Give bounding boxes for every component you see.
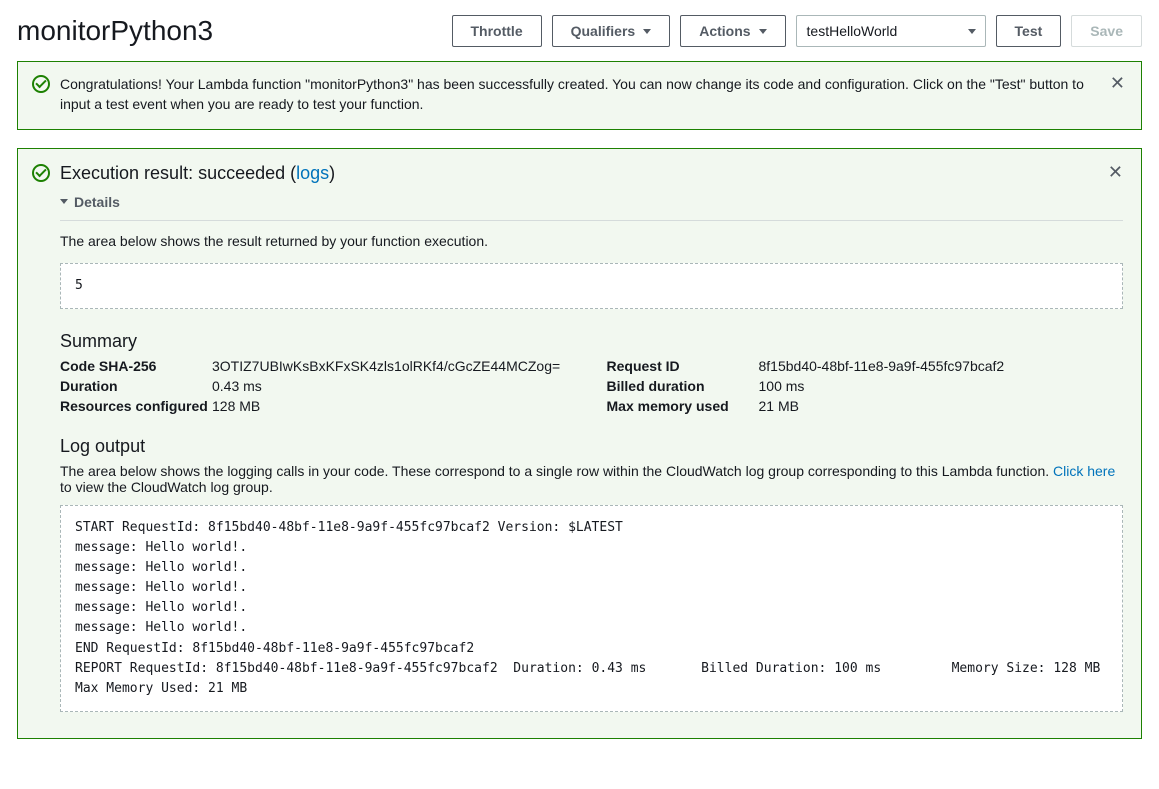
actions-dropdown[interactable]: Actions (680, 15, 785, 47)
return-description: The area below shows the result returned… (60, 233, 1123, 249)
result-title-suffix: ) (329, 163, 335, 183)
execution-result-title: Execution result: succeeded (logs) (60, 163, 1098, 184)
duration-label: Duration (60, 378, 210, 394)
details-toggle[interactable]: Details (60, 194, 1123, 210)
max-memory-label: Max memory used (607, 398, 757, 414)
close-icon[interactable]: ✕ (1110, 74, 1125, 92)
cloudwatch-link[interactable]: Click here (1053, 463, 1115, 479)
header-actions: Throttle Qualifiers Actions testHelloWor… (452, 15, 1143, 47)
qualifiers-label: Qualifiers (571, 23, 636, 39)
test-event-select-wrap: testHelloWorld (796, 15, 986, 47)
logs-link[interactable]: logs (296, 163, 329, 183)
summary-columns: Code SHA-256 3OTIZ7UBIwKsBxKFxSK4zls1olR… (60, 358, 1123, 414)
billed-duration-label: Billed duration (607, 378, 757, 394)
close-icon[interactable]: ✕ (1108, 163, 1123, 181)
result-title-prefix: Execution result: succeeded ( (60, 163, 296, 183)
log-desc-prefix: The area below shows the logging calls i… (60, 463, 1053, 479)
log-output-box: START RequestId: 8f15bd40-48bf-11e8-9a9f… (60, 505, 1123, 712)
summary-title: Summary (60, 331, 1123, 352)
banner-message: Congratulations! Your Lambda function "m… (60, 74, 1100, 115)
success-check-icon (32, 75, 50, 93)
return-value-box: 5 (60, 263, 1123, 309)
chevron-down-icon (759, 29, 767, 34)
code-sha-value: 3OTIZ7UBIwKsBxKFxSK4zls1olRKf4/cGcZE44MC… (212, 358, 577, 374)
success-check-icon (32, 164, 50, 182)
summary-right: Request ID 8f15bd40-48bf-11e8-9a9f-455fc… (607, 358, 1124, 414)
throttle-button[interactable]: Throttle (452, 15, 542, 47)
chevron-down-icon (60, 199, 68, 204)
save-button: Save (1071, 15, 1142, 47)
test-event-select[interactable]: testHelloWorld (796, 15, 986, 47)
duration-value: 0.43 ms (212, 378, 577, 394)
request-id-label: Request ID (607, 358, 757, 374)
header-bar: monitorPython3 Throttle Qualifiers Actio… (17, 15, 1142, 47)
code-sha-label: Code SHA-256 (60, 358, 210, 374)
execution-result-panel: Execution result: succeeded (logs) ✕ Det… (17, 148, 1142, 739)
function-title: monitorPython3 (17, 15, 213, 47)
log-desc-suffix: to view the CloudWatch log group. (60, 479, 273, 495)
resources-label: Resources configured (60, 398, 210, 414)
request-id-value: 8f15bd40-48bf-11e8-9a9f-455fc97bcaf2 (759, 358, 1124, 374)
details-label: Details (74, 194, 120, 210)
test-button[interactable]: Test (996, 15, 1062, 47)
chevron-down-icon (643, 29, 651, 34)
log-description: The area below shows the logging calls i… (60, 463, 1123, 495)
max-memory-value: 21 MB (759, 398, 1124, 414)
actions-label: Actions (699, 23, 750, 39)
billed-duration-value: 100 ms (759, 378, 1124, 394)
log-output-title: Log output (60, 436, 1123, 457)
qualifiers-dropdown[interactable]: Qualifiers (552, 15, 671, 47)
summary-left: Code SHA-256 3OTIZ7UBIwKsBxKFxSK4zls1olR… (60, 358, 577, 414)
success-banner: Congratulations! Your Lambda function "m… (17, 61, 1142, 130)
result-head: Execution result: succeeded (logs) ✕ (32, 163, 1123, 184)
separator (60, 220, 1123, 221)
resources-value: 128 MB (212, 398, 577, 414)
details-body: The area below shows the result returned… (60, 220, 1123, 712)
